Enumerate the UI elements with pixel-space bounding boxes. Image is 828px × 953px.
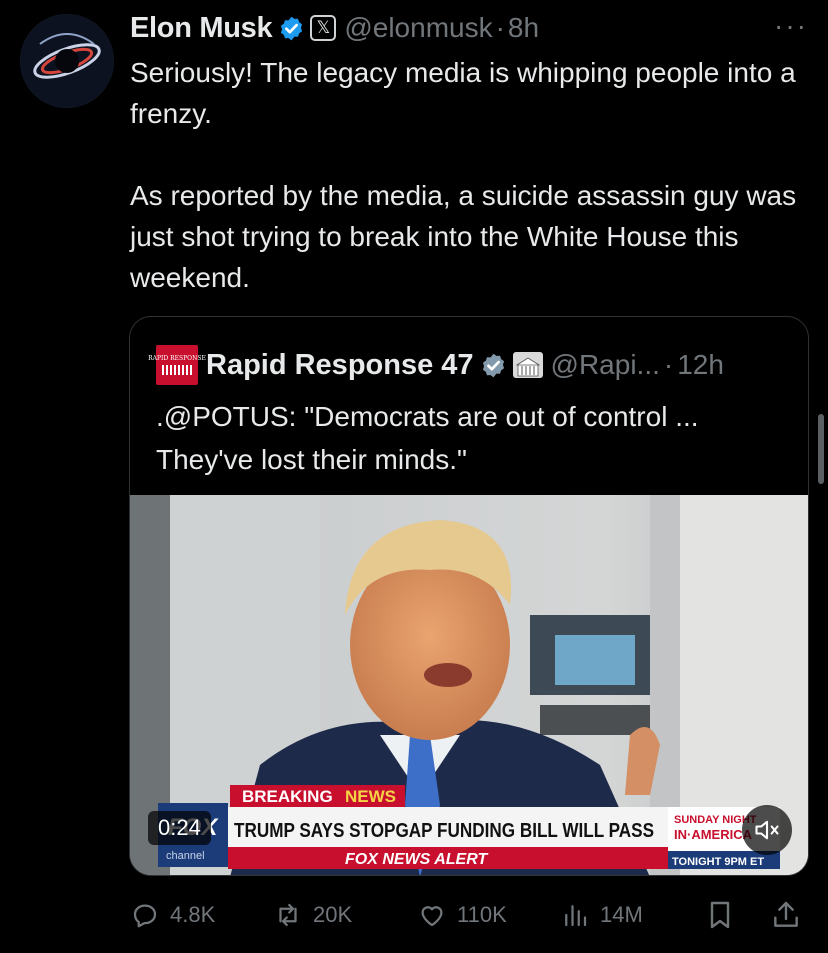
speaker-muted-icon: [755, 820, 779, 840]
verified-badge-icon: [281, 16, 303, 40]
chyron-headline: TRUMP SAYS STOPGAP FUNDING BILL WILL PAS…: [234, 820, 654, 842]
government-badge-icon: [512, 352, 543, 378]
scrollbar-thumb[interactable]: [818, 414, 824, 484]
views-count: 14M: [600, 902, 643, 927]
author-handle[interactable]: @elonmusk: [344, 12, 492, 44]
avatar-image: [20, 14, 114, 108]
x-affiliation-badge-icon: 𝕏: [310, 15, 337, 41]
quoted-tweet-text: .@POTUS: "Democrats are out of control .…: [156, 401, 706, 475]
mute-button[interactable]: [742, 805, 792, 855]
separator-dot: ·: [495, 12, 505, 43]
news-label: NEWS: [345, 787, 396, 806]
video-duration: 0:24: [148, 811, 211, 845]
repost-button[interactable]: 20K: [273, 895, 352, 935]
network-sub: channel: [166, 850, 205, 862]
heart-icon: [421, 906, 443, 927]
bookmark-button[interactable]: [704, 899, 736, 936]
breaking-label: BREAKING: [242, 787, 333, 806]
promo-mid: IN·AMERICA: [674, 827, 753, 842]
views-button[interactable]: 14M: [560, 895, 643, 935]
tweet-text: Seriously! The legacy media is whipping …: [130, 57, 797, 293]
author-avatar[interactable]: [20, 14, 114, 108]
logo-text: RAPID RESPONSE: [148, 355, 206, 362]
tweet-header: Elon Musk 𝕏 @elonmusk · 8h: [130, 8, 539, 48]
author-name[interactable]: Elon Musk: [130, 12, 273, 45]
logo-columns: [162, 365, 192, 375]
bookmark-icon: [710, 901, 730, 929]
repost-icon: [279, 903, 297, 927]
quoted-author-name[interactable]: Rapid Response 47: [206, 349, 474, 382]
action-bar: 4.8K 20K 110K 14M: [130, 895, 810, 935]
quoted-tweet[interactable]: RAPID RESPONSE Rapid Response 47 @Rapi..…: [129, 316, 809, 876]
quoted-timestamp[interactable]: 12h: [677, 349, 724, 381]
rapid-response-logo: RAPID RESPONSE: [148, 345, 206, 385]
more-options-icon[interactable]: ···: [774, 10, 808, 42]
share-icon: [774, 901, 798, 927]
video-player[interactable]: BREAKING NEWS FOX channel TRUMP SAYS STO…: [130, 495, 808, 875]
repost-count: 20K: [313, 902, 353, 927]
quoted-verified-badge-icon: [482, 353, 504, 377]
tweet-timestamp[interactable]: 8h: [508, 12, 539, 44]
views-chart-icon: [565, 905, 587, 927]
reply-button[interactable]: 4.8K: [130, 895, 215, 935]
like-button[interactable]: 110K: [417, 895, 507, 935]
fox-alert: FOX NEWS ALERT: [345, 851, 488, 868]
promo-bottom: TONIGHT 9PM ET: [672, 856, 764, 868]
share-button[interactable]: [770, 899, 802, 936]
like-count: 110K: [457, 902, 507, 927]
video-frame: BREAKING NEWS FOX channel TRUMP SAYS STO…: [130, 495, 808, 875]
quoted-author-handle[interactable]: @Rapi...: [551, 349, 660, 381]
reply-count: 4.8K: [170, 902, 216, 927]
separator-dot: ·: [663, 349, 674, 380]
quoted-tweet-header: RAPID RESPONSE Rapid Response 47 @Rapi..…: [148, 345, 724, 385]
reply-icon: [133, 904, 157, 928]
